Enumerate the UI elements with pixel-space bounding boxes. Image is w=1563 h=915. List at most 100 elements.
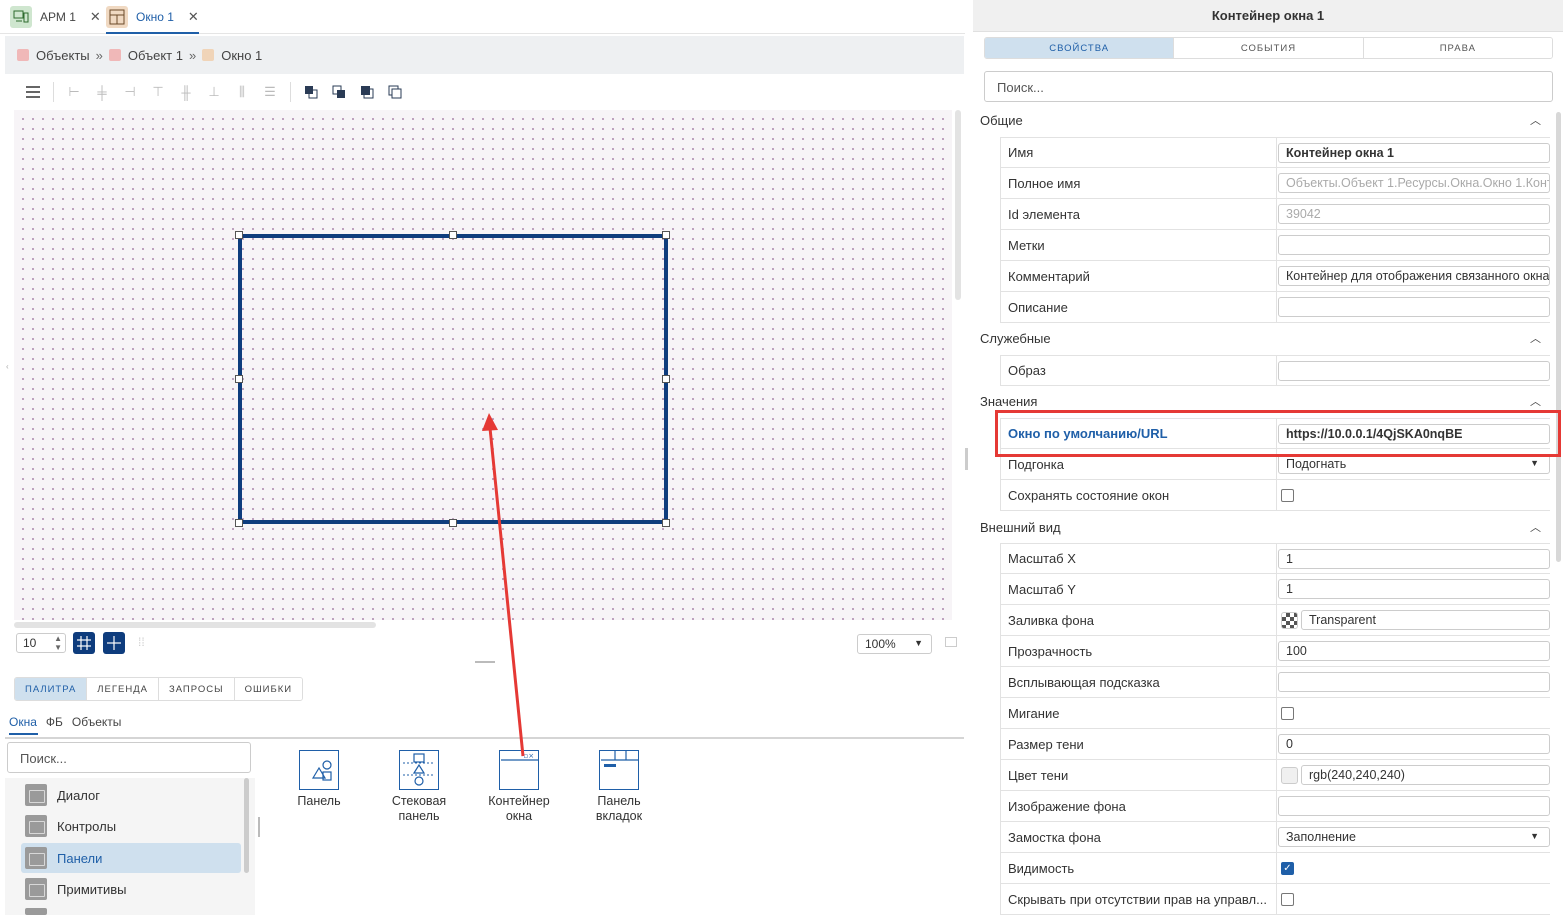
chevron-up-icon[interactable]: ︿ (1530, 330, 1541, 346)
grid-toggle-button[interactable] (73, 632, 95, 654)
subtab-windows[interactable]: Окна (9, 715, 37, 729)
id-field[interactable]: 39042 (1278, 204, 1550, 224)
tags-field[interactable] (1278, 235, 1550, 255)
resize-handle[interactable] (449, 231, 457, 239)
tab-label: Окно 1 (136, 10, 174, 24)
blink-checkbox[interactable] (1281, 707, 1294, 720)
snap-toggle-button[interactable] (103, 632, 125, 654)
component-panel[interactable]: Панель (277, 750, 361, 809)
image-field[interactable] (1278, 361, 1550, 381)
tab-properties[interactable]: СВОЙСТВА (985, 38, 1175, 58)
canvas-horizontal-scrollbar[interactable] (14, 622, 376, 628)
grid-size-stepper[interactable]: 10 ▲ ▼ (16, 633, 66, 653)
window-container-element[interactable] (238, 234, 668, 524)
scale-y-field[interactable]: 1 (1278, 579, 1550, 599)
tooltip-field[interactable] (1278, 672, 1550, 692)
guides-icon[interactable]: ⁞⁞ (138, 635, 145, 649)
align-right-icon[interactable]: ⊣ (116, 80, 144, 104)
section-general[interactable]: Общие ︿ (980, 108, 1545, 132)
tab-palette[interactable]: ПАЛИТРА (15, 678, 88, 700)
resize-handle[interactable] (235, 519, 243, 527)
chevron-up-icon[interactable]: ︿ (1530, 393, 1541, 409)
subtab-fb[interactable]: ФБ (46, 715, 63, 729)
properties-search-placeholder: Поиск... (997, 80, 1044, 95)
align-left-icon[interactable]: ⊢ (60, 80, 88, 104)
panel-splitter[interactable] (965, 448, 968, 470)
palette-search-input[interactable]: Поиск... (7, 742, 251, 773)
section-values[interactable]: Значения ︿ (980, 389, 1545, 413)
prop-row-fit: Подгонка Подогнать ▼ (1000, 449, 1550, 480)
align-center-h-icon[interactable]: ╪ (88, 80, 116, 104)
breadcrumb-item[interactable]: Объекты (17, 48, 90, 63)
tab-errors[interactable]: ОШИБКИ (234, 678, 303, 700)
bg-fill-field[interactable]: Transparent (1301, 610, 1550, 630)
close-icon[interactable]: ✕ (188, 9, 199, 25)
scale-x-field[interactable]: 1 (1278, 549, 1550, 569)
fullname-field[interactable]: Объекты.Объект 1.Ресурсы.Окна.Окно 1.Кон… (1278, 173, 1550, 193)
bg-image-field[interactable] (1278, 796, 1550, 816)
palette-group-item[interactable]: Примитивы (21, 874, 241, 904)
collapse-left-icon[interactable]: ‹ (6, 362, 9, 371)
subtab-objects[interactable]: Объекты (72, 715, 122, 729)
bring-front-icon[interactable] (297, 80, 325, 104)
chevron-up-icon[interactable]: ︿ (1530, 519, 1541, 535)
menu-icon[interactable] (19, 80, 47, 104)
breadcrumb-item[interactable]: Объект 1 (108, 48, 183, 63)
opacity-field[interactable]: 100 (1278, 641, 1550, 661)
resize-handle[interactable] (235, 231, 243, 239)
properties-scrollbar[interactable] (1556, 112, 1561, 562)
distribute-h-icon[interactable]: ⫼ (228, 80, 256, 104)
align-bottom-icon[interactable]: ⊥ (200, 80, 228, 104)
chevron-up-icon[interactable]: ︿ (1530, 112, 1541, 128)
color-swatch-icon[interactable] (1281, 767, 1298, 784)
align-top-icon[interactable]: ⊤ (144, 80, 172, 104)
tab-legend[interactable]: ЛЕГЕНДА (87, 678, 159, 700)
bg-tiling-select[interactable]: Заполнение ▼ (1278, 827, 1550, 847)
save-state-checkbox[interactable] (1281, 489, 1294, 502)
panel-splitter[interactable] (475, 661, 495, 663)
tab-queries[interactable]: ЗАПРОСЫ (158, 678, 235, 700)
align-middle-icon[interactable]: ╫ (172, 80, 200, 104)
transparent-swatch-icon[interactable] (1281, 612, 1298, 629)
section-appearance[interactable]: Внешний вид ︿ (980, 515, 1545, 539)
resize-handle[interactable] (235, 375, 243, 383)
properties-search-input[interactable]: Поиск... (984, 71, 1553, 102)
section-service[interactable]: Служебные ︿ (980, 326, 1545, 350)
palette-group-item[interactable]: Панели (21, 843, 241, 873)
palette-group-item[interactable]: Контролы (21, 811, 241, 841)
component-window-container[interactable]: -▫× Контейнер окна (477, 750, 561, 824)
send-backward-icon[interactable] (353, 80, 381, 104)
canvas-vertical-scrollbar[interactable] (955, 110, 961, 300)
breadcrumb-item[interactable]: Окно 1 (202, 48, 262, 63)
shadow-color-field[interactable]: rgb(240,240,240) (1301, 765, 1550, 785)
description-field[interactable] (1278, 297, 1550, 317)
minimap-icon[interactable] (945, 637, 957, 647)
resize-handle[interactable] (662, 519, 670, 527)
default-window-url-field[interactable]: https://10.0.0.1/4QjSKA0nqBE (1278, 424, 1550, 444)
palette-splitter[interactable] (258, 817, 260, 837)
zoom-value: 100% (865, 637, 896, 651)
close-icon[interactable]: ✕ (90, 9, 101, 25)
palette-group-item[interactable]: Диалог (21, 780, 241, 810)
fit-select[interactable]: Подогнать ▼ (1278, 454, 1550, 474)
send-back-icon[interactable] (381, 80, 409, 104)
tab-arm1[interactable]: АРМ 1 ✕ (10, 4, 101, 30)
spin-arrows-icon[interactable]: ▲ ▼ (54, 634, 62, 652)
resize-handle[interactable] (449, 519, 457, 527)
visible-checkbox[interactable]: ✓ (1281, 862, 1294, 875)
comment-field[interactable]: Контейнер для отображения связанного окн… (1278, 266, 1550, 286)
distribute-v-icon[interactable]: ☰ (256, 80, 284, 104)
palette-list-scrollbar[interactable] (244, 778, 249, 873)
hide-no-rights-checkbox[interactable] (1281, 893, 1294, 906)
component-stack-panel[interactable]: Стековая панель (377, 750, 461, 824)
shadow-size-field[interactable]: 0 (1278, 734, 1550, 754)
tab-window1[interactable]: Окно 1 ✕ (106, 4, 199, 34)
name-field[interactable]: Контейнер окна 1 (1278, 143, 1550, 163)
resize-handle[interactable] (662, 231, 670, 239)
component-tab-panel[interactable]: Панель вкладок (577, 750, 661, 824)
bring-forward-icon[interactable] (325, 80, 353, 104)
tab-events[interactable]: СОБЫТИЯ (1174, 38, 1364, 58)
resize-handle[interactable] (662, 375, 670, 383)
tab-rights[interactable]: ПРАВА (1363, 38, 1552, 58)
zoom-select[interactable]: 100% ▼ (857, 634, 932, 654)
